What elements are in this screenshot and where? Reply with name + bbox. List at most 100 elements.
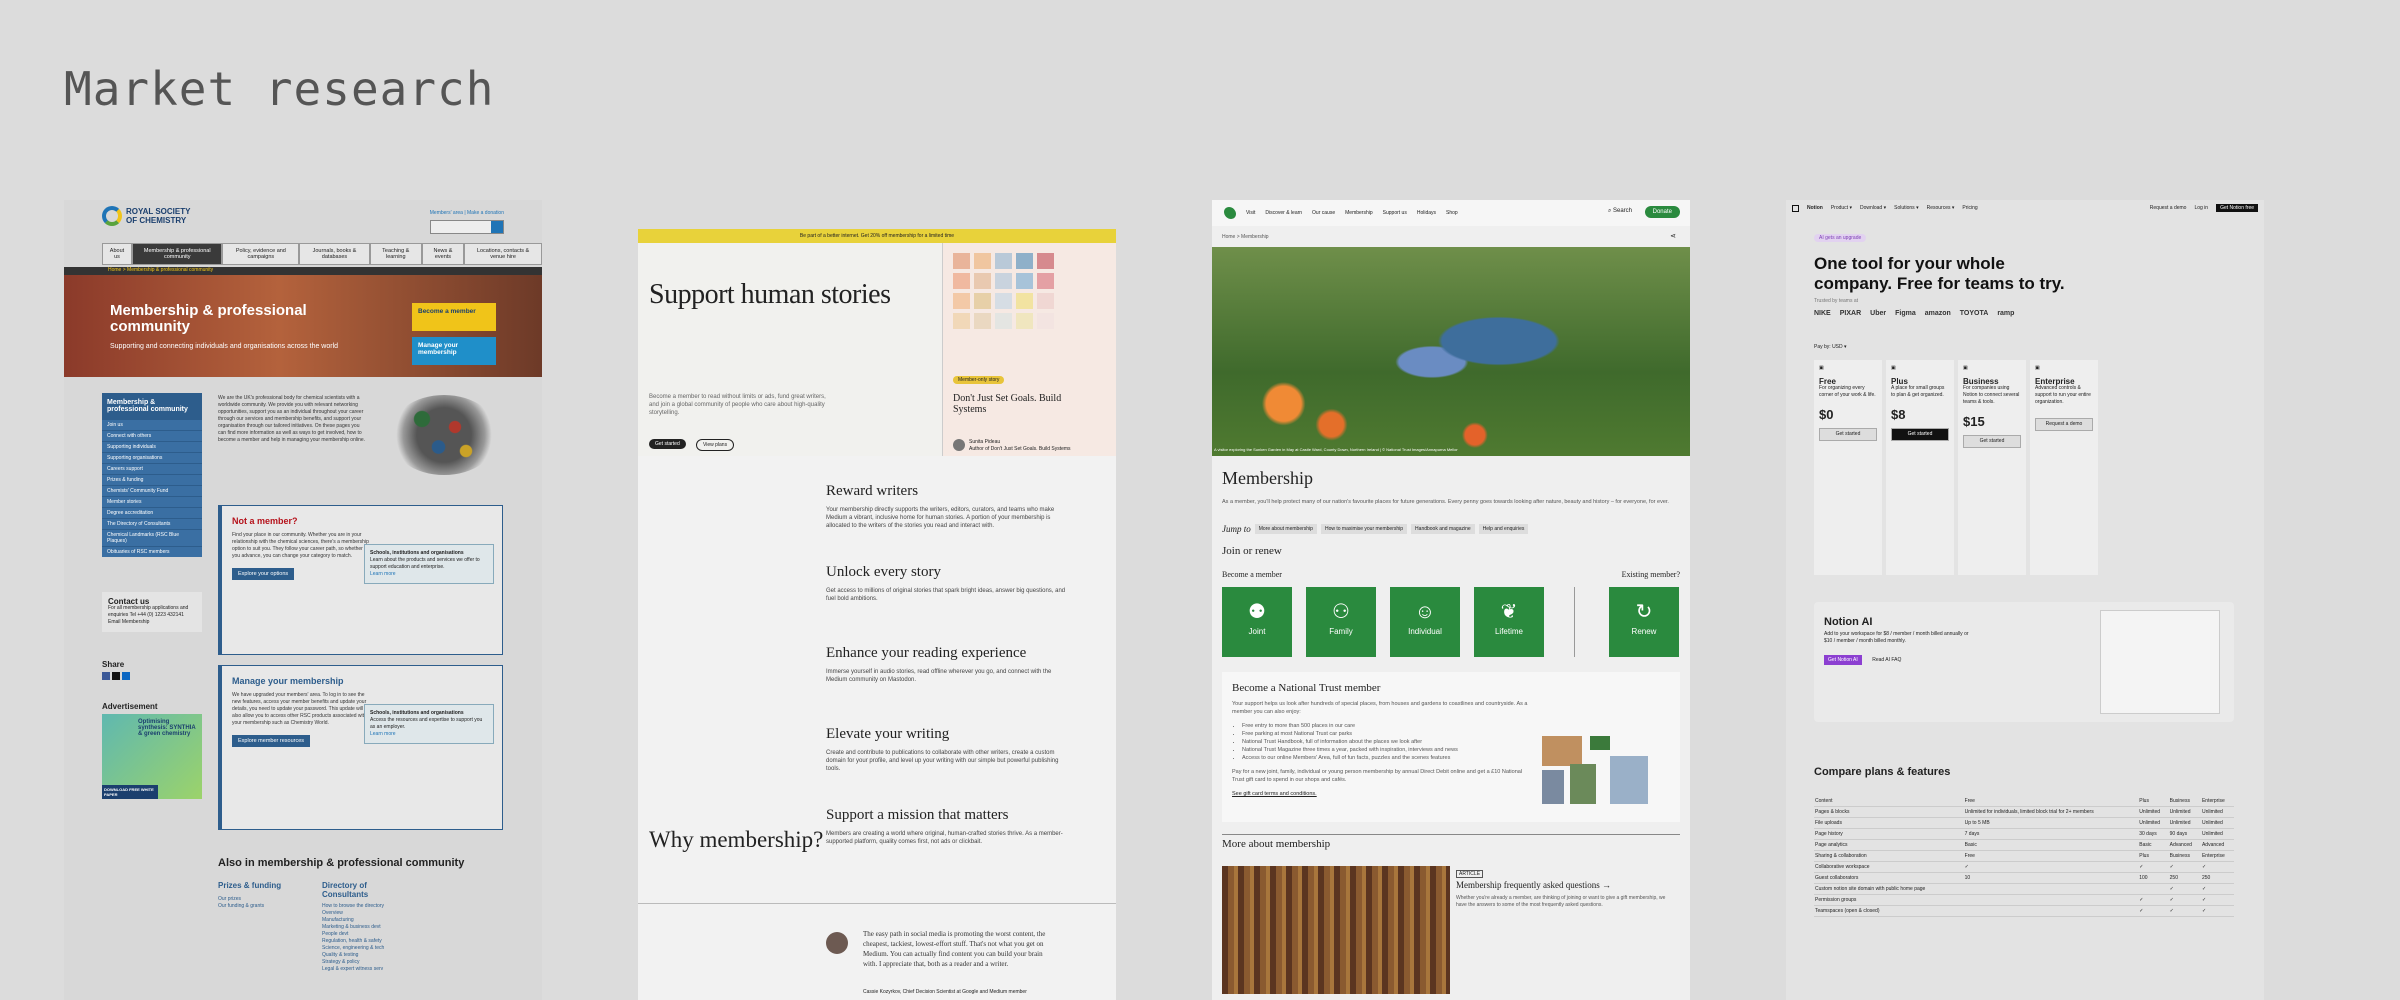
explore-resources-button[interactable]: Explore member resources	[232, 735, 311, 747]
nav-item[interactable]: Product ▾	[1831, 205, 1852, 211]
brand-name[interactable]: Notion	[1807, 205, 1823, 211]
tile-joint[interactable]: ⚉ Joint	[1222, 587, 1292, 657]
plan-cta-button[interactable]: Request a demo	[2035, 418, 2093, 431]
explore-options-button[interactable]: Explore your options	[232, 568, 295, 580]
directory-title[interactable]: Directory of Consultants	[322, 881, 412, 899]
donate-button[interactable]: Donate	[1644, 206, 1680, 218]
x-icon[interactable]	[112, 672, 120, 680]
color-swatch	[1016, 253, 1033, 269]
breadcrumb[interactable]: Home > Membership	[1222, 234, 1269, 240]
directory-link[interactable]: Overview	[322, 910, 412, 917]
tile-family[interactable]: ⚇ Family	[1306, 587, 1376, 657]
get-notion-ai-button[interactable]: Get Notion AI	[1824, 655, 1862, 665]
nav-link[interactable]: Request a demo	[2150, 205, 2187, 211]
plan-cta-button[interactable]: Get started	[1891, 428, 1949, 441]
benefit-item: Unlock every story Get access to millions…	[826, 564, 1066, 645]
tile-individual[interactable]: ☺ Individual	[1390, 587, 1460, 657]
share-icon[interactable]: ⋖	[1670, 232, 1676, 240]
top-links[interactable]: Members' area | Make a donation	[430, 210, 504, 216]
linkedin-icon[interactable]	[122, 672, 130, 680]
get-notion-free-button[interactable]: Get Notion free	[2216, 204, 2258, 212]
nav-item[interactable]: About us	[102, 243, 132, 265]
notion-logo-icon[interactable]	[1792, 204, 1799, 212]
facebook-icon[interactable]	[102, 672, 110, 680]
view-plans-button[interactable]: View plans	[696, 439, 735, 451]
advert-banner[interactable]: Optimising synthesis: SYNTHIA & green ch…	[102, 714, 202, 799]
nav-item[interactable]: Membership	[1345, 210, 1373, 216]
benefit-title: Enhance your reading experience	[826, 645, 1027, 661]
learn-more-link[interactable]: Learn more	[370, 731, 396, 737]
breadcrumb[interactable]: Home > Membership & professional communi…	[64, 267, 542, 275]
side-nav-item[interactable]: The Directory of Consultants	[102, 518, 202, 529]
jump-chip[interactable]: Help and enquiries	[1478, 524, 1529, 534]
jump-chip[interactable]: More about membership	[1254, 524, 1317, 534]
side-nav-item[interactable]: Chemical Landmarks (RSC Blue Plaques)	[102, 529, 202, 546]
nav-item[interactable]: Resources ▾	[1927, 205, 1955, 211]
nav-item[interactable]: Discover & learn	[1265, 210, 1302, 216]
side-nav-item[interactable]: Supporting individuals	[102, 441, 202, 452]
become-member-button[interactable]: Become a member	[412, 303, 496, 331]
directory-link[interactable]: How to browse the directory	[322, 903, 412, 910]
side-nav-item[interactable]: Connect with others	[102, 430, 202, 441]
nav-item[interactable]: Pricing	[1962, 205, 1977, 211]
promo-banner[interactable]: Be part of a better internet. Get 20% of…	[638, 229, 1116, 243]
side-nav-item[interactable]: Obituaries of RSC members	[102, 546, 202, 557]
search-input[interactable]	[430, 220, 504, 234]
plan-cta-button[interactable]: Get started	[1963, 435, 2021, 448]
side-nav-item[interactable]: Join us	[102, 419, 202, 430]
table-cell: Pages & blocks	[1814, 806, 1964, 818]
rsc-logo[interactable]: ROYAL SOCIETY OF CHEMISTRY	[102, 206, 190, 226]
nav-item[interactable]: Locations, contacts & venue hire	[464, 243, 542, 265]
share-icons	[102, 672, 130, 680]
upgrade-pill[interactable]: AI gets an upgrade	[1814, 234, 1867, 242]
side-nav-item[interactable]: Prizes & funding	[102, 474, 202, 485]
side-nav-item[interactable]: Careers support	[102, 463, 202, 474]
jump-chip[interactable]: How to maximise your membership	[1320, 524, 1408, 534]
directory-link[interactable]: People devt	[322, 931, 412, 938]
directory-link[interactable]: Legal & expert witness serv	[322, 966, 412, 973]
prizes-link[interactable]: Our prizes	[218, 896, 298, 903]
nav-item[interactable]: Journals, books & databases	[299, 243, 370, 265]
nav-item[interactable]: Teaching & learning	[369, 243, 422, 265]
ai-faq-link[interactable]: Read AI FAQ	[1872, 657, 1901, 663]
hero-right-story[interactable]: Member-only story Don't Just Set Goals. …	[943, 243, 1116, 456]
faq-link[interactable]: Membership frequently asked questions →	[1456, 880, 1611, 890]
nav-item[interactable]: Membership & professional community	[131, 243, 223, 265]
directory-link[interactable]: Science, engineering & tech	[322, 945, 412, 952]
tile-renew[interactable]: ↻ Renew	[1609, 587, 1679, 657]
table-cell: File uploads	[1814, 817, 1964, 829]
oak-leaf-logo-icon[interactable]	[1224, 207, 1236, 219]
page-title: One tool for your whole company. Free fo…	[1814, 254, 2065, 293]
nav-item[interactable]: Holidays	[1417, 210, 1436, 216]
directory-link[interactable]: Manufacturing	[322, 917, 412, 924]
tile-lifetime[interactable]: ❦ Lifetime	[1474, 587, 1544, 657]
nav-item[interactable]: Our cause	[1312, 210, 1335, 216]
nav-item[interactable]: News & events	[421, 243, 465, 265]
prizes-title[interactable]: Prizes & funding	[218, 881, 298, 890]
side-nav-item[interactable]: Chemists' Community Fund	[102, 485, 202, 496]
nav-item[interactable]: Policy, evidence and campaigns	[222, 243, 300, 265]
plan-cta-button[interactable]: Get started	[1819, 428, 1877, 441]
learn-more-link[interactable]: Learn more	[370, 571, 396, 577]
nav-item[interactable]: Shop	[1446, 210, 1458, 216]
jump-chip[interactable]: Handbook and magazine	[1411, 524, 1475, 534]
prizes-link[interactable]: Our funding & grants	[218, 903, 298, 910]
side-nav-item[interactable]: Supporting organisations	[102, 452, 202, 463]
directory-link[interactable]: Marketing & business devt	[322, 924, 412, 931]
gift-card-terms-link[interactable]: See gift card terms and conditions.	[1232, 790, 1532, 798]
directory-link[interactable]: Strategy & policy	[322, 959, 412, 966]
side-nav-item[interactable]: Member stories	[102, 496, 202, 507]
currency-select[interactable]: Pay by: USD ▾	[1814, 344, 1847, 350]
get-started-button[interactable]: Get started	[649, 439, 686, 449]
side-nav-item[interactable]: Degree accreditation	[102, 507, 202, 518]
nav-item[interactable]: Visit	[1246, 210, 1255, 216]
directory-link[interactable]: Quality & testing	[322, 952, 412, 959]
nav-item[interactable]: Solutions ▾	[1894, 205, 1918, 211]
manage-membership-button[interactable]: Manage your membership	[412, 337, 496, 365]
nav-item[interactable]: Support us	[1383, 210, 1407, 216]
nav-item[interactable]: Download ▾	[1860, 205, 1886, 211]
search-icon[interactable]	[491, 221, 503, 233]
nav-link[interactable]: Log in	[2194, 205, 2208, 211]
directory-link[interactable]: Regulation, health & safety	[322, 938, 412, 945]
search-link[interactable]: ⌕ Search	[1608, 208, 1632, 215]
